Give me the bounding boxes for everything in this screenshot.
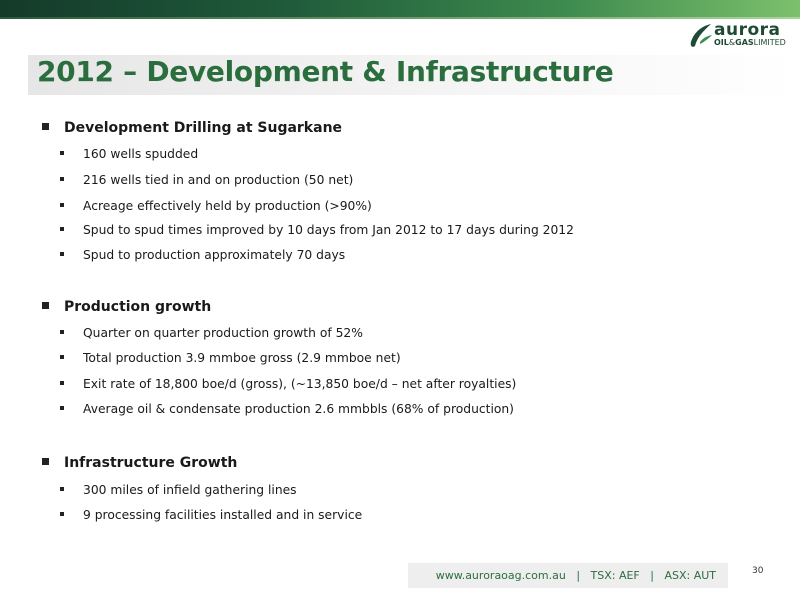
- square-bullet-icon: [60, 512, 64, 516]
- section-heading: Production growth: [42, 299, 211, 315]
- square-bullet-icon: [60, 406, 64, 410]
- leaf-icon: [690, 24, 712, 47]
- square-bullet-icon: [60, 252, 64, 256]
- square-bullet-icon: [60, 355, 64, 359]
- square-bullet-icon: [42, 458, 49, 465]
- square-bullet-icon: [60, 227, 64, 231]
- list-item: Spud to spud times improved by 10 days f…: [60, 223, 574, 237]
- square-bullet-icon: [60, 381, 64, 385]
- list-item: Exit rate of 18,800 boe/d (gross), (~13,…: [60, 377, 516, 391]
- slide-title: 2012 – Development & Infrastructure: [37, 55, 614, 88]
- list-item: Average oil & condensate production 2.6 …: [60, 402, 514, 416]
- section-heading: Development Drilling at Sugarkane: [42, 120, 342, 136]
- square-bullet-icon: [60, 330, 64, 334]
- list-item: Acreage effectively held by production (…: [60, 199, 372, 213]
- header-band: [0, 0, 800, 19]
- square-bullet-icon: [42, 302, 49, 309]
- list-item: Total production 3.9 mmboe gross (2.9 mm…: [60, 351, 401, 365]
- list-item: 300 miles of infield gathering lines: [60, 483, 297, 497]
- logo-wordmark: aurora: [714, 20, 781, 40]
- page-number: 30: [752, 566, 764, 576]
- list-item: Spud to production approximately 70 days: [60, 248, 345, 262]
- section-heading: Infrastructure Growth: [42, 455, 237, 471]
- square-bullet-icon: [60, 203, 64, 207]
- square-bullet-icon: [60, 177, 64, 181]
- square-bullet-icon: [42, 123, 49, 130]
- list-item: 216 wells tied in and on production (50 …: [60, 173, 353, 187]
- list-item: 9 processing facilities installed and in…: [60, 508, 362, 522]
- list-item: Quarter on quarter production growth of …: [60, 326, 363, 340]
- square-bullet-icon: [60, 487, 64, 491]
- list-item: 160 wells spudded: [60, 147, 198, 161]
- logo-subtitle: OIL&GASLIMITED: [714, 38, 786, 47]
- square-bullet-icon: [60, 151, 64, 155]
- company-logo: aurora OIL&GASLIMITED: [688, 20, 796, 52]
- footer-links: www.auroraoag.com.au | TSX: AEF | ASX: A…: [408, 563, 728, 588]
